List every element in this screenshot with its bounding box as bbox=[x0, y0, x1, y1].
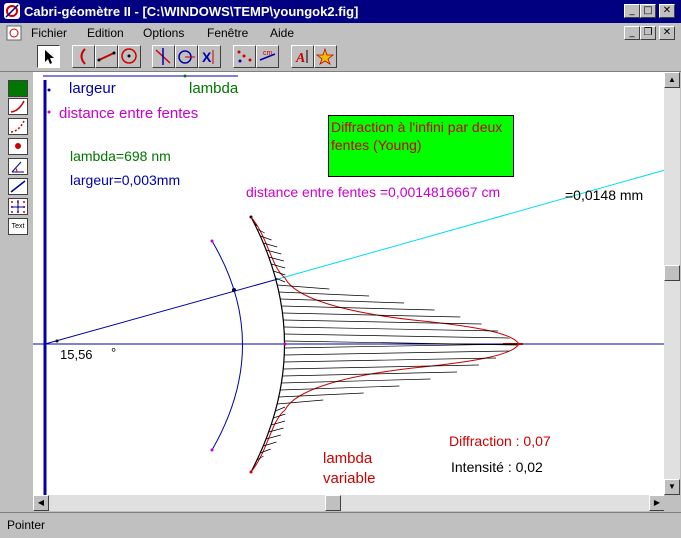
toolbar: X cm A bbox=[0, 43, 681, 72]
status-bar: Pointer bbox=[0, 512, 681, 538]
scroll-right-button[interactable]: ▶ bbox=[649, 495, 665, 511]
pointer-tool[interactable] bbox=[37, 45, 60, 68]
svg-text:cm: cm bbox=[263, 50, 273, 57]
hatch-line bbox=[271, 420, 286, 426]
circle-tool[interactable] bbox=[118, 45, 141, 68]
grid-icon[interactable] bbox=[8, 198, 28, 215]
scroll-up-button[interactable]: ▲ bbox=[664, 72, 680, 88]
hatch-line bbox=[278, 392, 364, 398]
minimize-button[interactable]: _ bbox=[624, 4, 640, 18]
angle-style-icon[interactable] bbox=[8, 158, 28, 175]
segment-tool[interactable] bbox=[95, 45, 118, 68]
horizontal-scrollbar[interactable]: ◀ ▶ bbox=[33, 495, 665, 511]
text-tool[interactable]: A bbox=[291, 45, 314, 68]
hatch-line bbox=[278, 291, 370, 297]
hatch-line bbox=[284, 333, 511, 339]
app-icon[interactable] bbox=[4, 3, 20, 19]
vertical-scrollbar[interactable]: ▲ ▼ bbox=[664, 72, 680, 495]
hatch-line bbox=[277, 284, 330, 290]
attributes-toolbar: Text bbox=[0, 72, 33, 512]
title-bar: Cabri-géomètre II - [C:\WINDOWS\TEMP\you… bbox=[0, 0, 681, 23]
maximize-button[interactable]: □ bbox=[640, 4, 656, 18]
hatch-line bbox=[280, 298, 405, 304]
hatch-line bbox=[283, 326, 499, 332]
measure-tool[interactable]: cm bbox=[256, 45, 279, 68]
doc-close-button[interactable]: ✕ bbox=[659, 26, 675, 40]
svg-text:A: A bbox=[295, 51, 305, 66]
point-style-icon[interactable] bbox=[8, 138, 28, 155]
reflection-tool[interactable]: X bbox=[198, 45, 221, 68]
compass-tool[interactable] bbox=[175, 45, 198, 68]
intensite-value: Intensité : 0,02 bbox=[451, 459, 543, 475]
lambda-value: lambda=698 nm bbox=[70, 148, 171, 164]
lambda-slider-point bbox=[183, 74, 187, 78]
appearance-tool[interactable] bbox=[314, 45, 337, 68]
hatch-line bbox=[281, 378, 431, 384]
vertical-scroll-thumb[interactable] bbox=[664, 265, 680, 281]
hatch-line bbox=[271, 263, 286, 269]
hatch-line bbox=[266, 249, 282, 255]
hatch-line bbox=[266, 434, 281, 440]
angle-value: 15,56 bbox=[60, 347, 93, 362]
color-swatch[interactable] bbox=[8, 80, 28, 97]
menu-fichier[interactable]: Fichier bbox=[31, 26, 67, 40]
doc-minimize-button[interactable]: _ bbox=[624, 26, 640, 40]
horizontal-scroll-thumb[interactable] bbox=[325, 495, 341, 511]
close-button[interactable]: ✕ bbox=[659, 4, 675, 18]
largeur-slider-point bbox=[47, 88, 51, 92]
largeur-value: largeur=0,003mm bbox=[70, 172, 181, 188]
hatch-line bbox=[283, 364, 479, 370]
lambda-variable-label: lambda variable bbox=[323, 450, 376, 487]
distance-slider-point bbox=[47, 110, 51, 114]
svg-text:X: X bbox=[202, 49, 212, 65]
menu-bar: Fichier Edition Options Fenêtre Aide _ ❐… bbox=[0, 23, 681, 43]
hatch-line bbox=[268, 427, 284, 433]
line-style-icon[interactable] bbox=[8, 178, 28, 195]
scroll-left-button[interactable]: ◀ bbox=[33, 495, 49, 511]
distance-value: distance entre fentes =0,0014816667 cm bbox=[246, 184, 501, 200]
curve-tool[interactable] bbox=[72, 45, 95, 68]
scroll-corner bbox=[664, 495, 681, 512]
hatch-line bbox=[277, 399, 324, 405]
curve-style-icon[interactable] bbox=[8, 98, 28, 115]
blue-arc bbox=[211, 240, 243, 451]
hatch-line bbox=[284, 343, 517, 349]
doc-icon[interactable] bbox=[6, 25, 22, 41]
angle-ray bbox=[44, 278, 279, 345]
title-box[interactable]: Diffraction à l'infini par deux fentes (… bbox=[328, 115, 514, 177]
hatch-line bbox=[273, 413, 286, 419]
diffraction-value: Diffraction : 0,07 bbox=[449, 433, 551, 449]
dotted-style-icon[interactable] bbox=[8, 118, 28, 135]
perpendicular-tool[interactable] bbox=[152, 45, 175, 68]
menu-options[interactable]: Options bbox=[143, 26, 184, 40]
hatch-line bbox=[282, 371, 457, 377]
doc-restore-button[interactable]: ❐ bbox=[640, 26, 656, 40]
window-title: Cabri-géomètre II - [C:\WINDOWS\TEMP\you… bbox=[24, 4, 359, 19]
text-style-icon[interactable]: Text bbox=[8, 218, 28, 235]
angle-unit: ° bbox=[111, 345, 117, 360]
label-lambda: lambda bbox=[189, 80, 239, 97]
scroll-down-button[interactable]: ▼ bbox=[664, 479, 680, 495]
locus-tool[interactable] bbox=[233, 45, 256, 68]
hatch-line bbox=[280, 385, 400, 391]
title-box-text: Diffraction à l'infini par deux fentes (… bbox=[331, 119, 503, 153]
hatch-line bbox=[268, 256, 284, 262]
label-largeur: largeur bbox=[69, 80, 116, 97]
status-text: Pointer bbox=[7, 518, 46, 532]
menu-aide[interactable]: Aide bbox=[270, 26, 294, 40]
mm-value: =0,0148 mm bbox=[565, 187, 644, 203]
menu-edition[interactable]: Edition bbox=[87, 26, 124, 40]
label-distance-entre-fentes: distance entre fentes bbox=[59, 105, 199, 122]
hatch-line bbox=[283, 319, 482, 325]
drawing-canvas[interactable]: largeur lambda distance entre fentes lam… bbox=[33, 72, 665, 495]
menu-fenetre[interactable]: Fenêtre bbox=[207, 26, 248, 40]
hatch-line bbox=[281, 305, 435, 311]
hatch-line bbox=[284, 350, 509, 356]
